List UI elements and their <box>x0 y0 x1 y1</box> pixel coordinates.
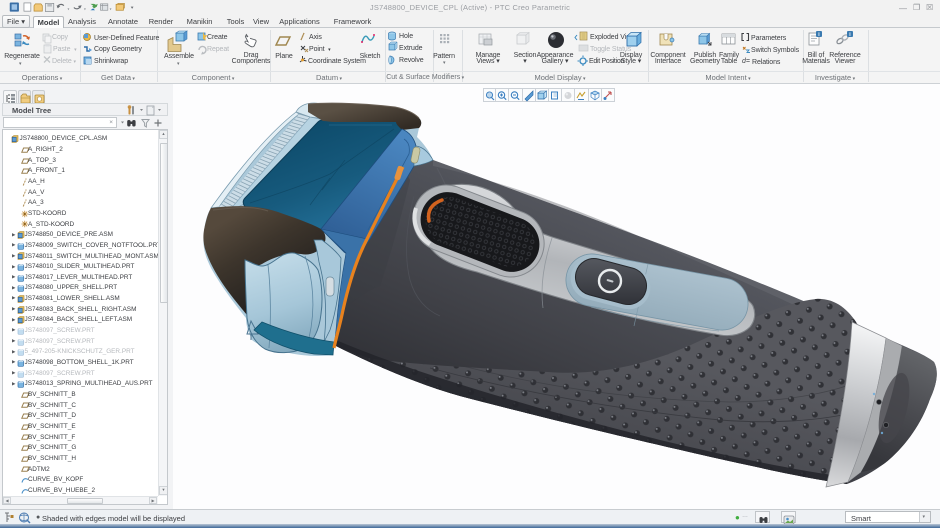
svg-text:d=: d= <box>742 58 750 65</box>
